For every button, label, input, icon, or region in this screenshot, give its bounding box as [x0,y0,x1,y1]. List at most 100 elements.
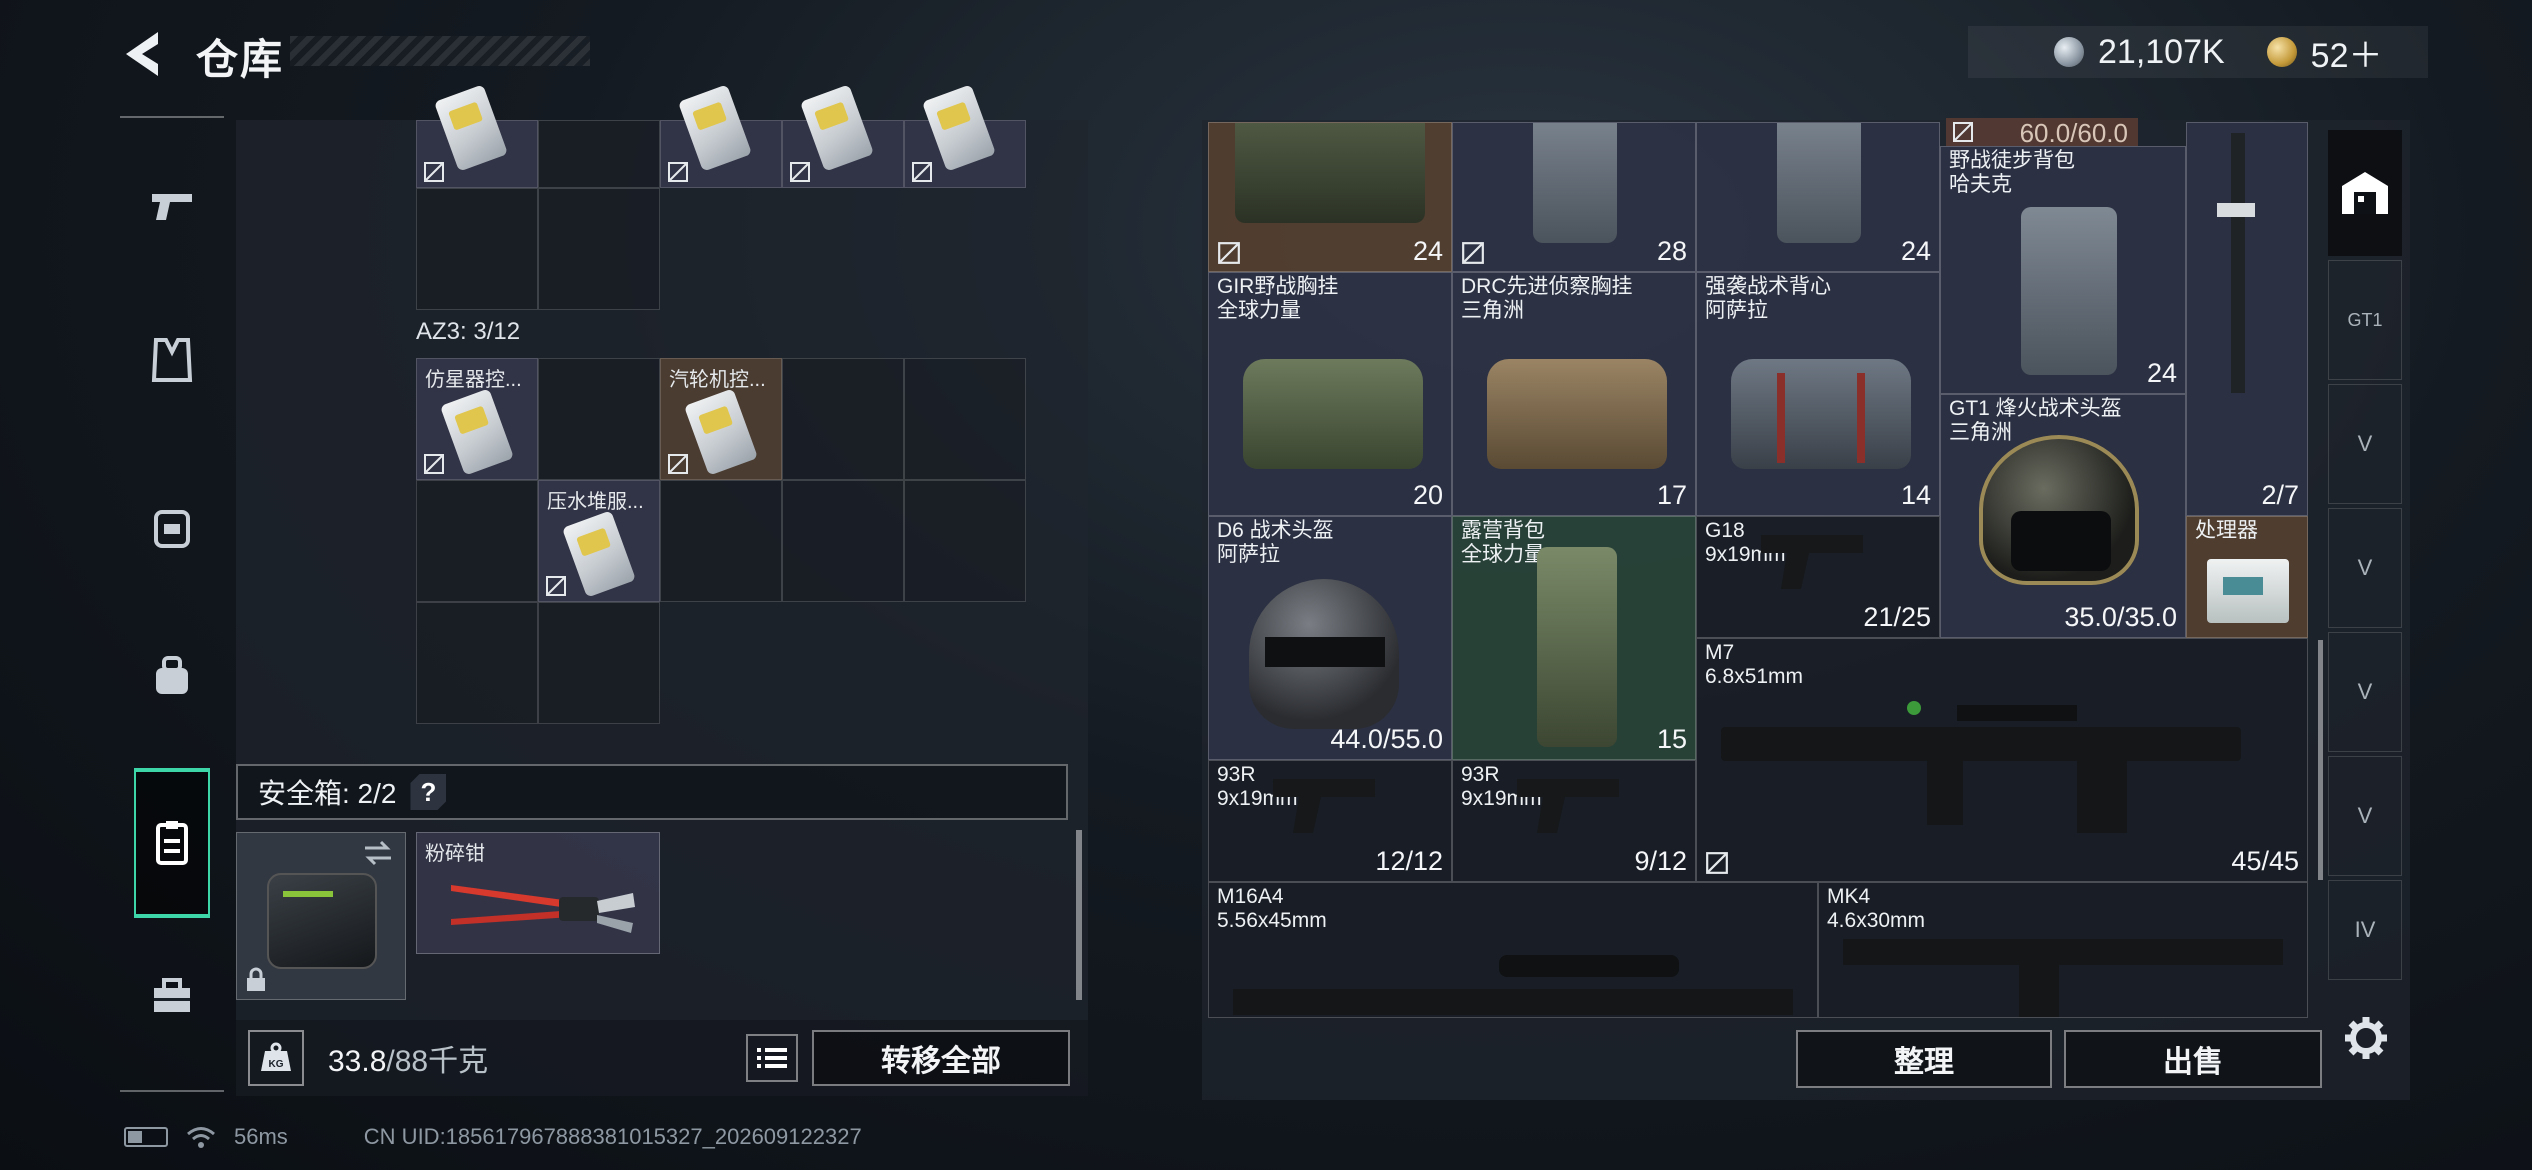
item-title: 强袭战术背心 阿萨拉 [1705,275,1831,322]
m7-item[interactable]: M7 6.8x51mm 45/45 [1696,638,2308,882]
gir-vest-item[interactable]: GIR野战胸挂 全球力量 20 [1208,272,1452,516]
grid-item[interactable] [660,84,782,188]
scrollbar[interactable] [2318,640,2323,880]
tab-v-3[interactable]: V [2328,632,2402,752]
item-count: 14 [1900,480,1931,510]
grid-cell[interactable] [660,480,782,602]
az3-item-1[interactable]: 仿星器控... [416,358,538,480]
d6-helmet-item[interactable]: D6 战术头盔 阿萨拉 44.0/55.0 [1208,516,1452,760]
tab-gt1[interactable]: GT1 [2328,260,2402,380]
gold-coin-icon[interactable] [2266,37,2297,67]
container-grid-top [416,84,1026,310]
item-title: DRC先进侦察胸挂 三角洲 [1461,275,1633,322]
item-label: 粉碎钳 [425,843,485,865]
item-label: 汽轮机控... [669,369,766,391]
vest-icon[interactable] [140,328,204,392]
pistol-icon[interactable] [140,174,204,238]
tab-v-1[interactable]: V [2328,384,2402,504]
grid-cell[interactable] [904,358,1026,480]
chevron-left-icon [126,32,158,76]
warehouse-tab[interactable] [2328,130,2402,256]
grid-cell[interactable] [416,188,538,310]
scrollbar[interactable] [1076,830,1082,1000]
item-label: 仿星器控... [425,369,522,391]
back-button[interactable] [118,26,168,82]
vest-item[interactable]: 24 [1208,122,1452,272]
tab-v-4[interactable]: V [2328,756,2402,876]
grid-cell[interactable] [538,602,660,724]
mk4-item[interactable]: MK4 4.6x30mm [1818,882,2308,1018]
camp-backpack-item[interactable]: 露营背包 全球力量 15 [1452,516,1696,760]
gear-icon [2345,1017,2387,1059]
grid-cell[interactable] [782,480,904,602]
item-title: MK4 4.6x30mm [1827,885,1926,932]
gold-coin-value[interactable]: 52＋ [2311,28,2383,77]
az3-item-2[interactable]: 汽轮机控... [660,358,782,480]
grid-cell[interactable] [538,120,660,188]
grid-item[interactable] [782,84,904,188]
m16a4-item[interactable]: M16A4 5.56x45mm [1208,882,1818,1018]
pistol-image [1517,779,1619,833]
safebox-case[interactable] [236,832,406,1000]
backpack-item[interactable]: 28 [1452,122,1696,272]
bag-icon[interactable] [140,644,204,708]
grid-cell[interactable] [416,602,538,724]
tab-iv[interactable]: IV [2328,880,2402,980]
item-count: 24 [1900,236,1931,266]
item-count: 35.0/35.0 [2064,602,2177,632]
silver-coin-icon [2054,37,2084,67]
item-count: 20 [1412,480,1443,510]
drc-vest-item[interactable]: DRC先进侦察胸挂 三角洲 17 [1452,272,1696,516]
durability-strip: 60.0/60.0 [1946,118,2138,148]
tab-v-2[interactable]: V [2328,508,2402,628]
backpack-icon[interactable] [140,494,204,558]
uid-text: CN UID:18561796788838101532​7_2026091223… [363,1124,862,1149]
safebox-tab[interactable] [134,768,210,918]
item-title: 露营背包 全球力量 [1461,519,1545,566]
assault-vest-item[interactable]: 强袭战术背心 阿萨拉 14 [1696,272,1940,516]
wifi-icon [187,1127,215,1148]
grid-cell[interactable] [904,480,1026,602]
no-sell-icon [424,162,444,182]
transfer-all-button[interactable]: 转移全部 [812,1030,1070,1086]
grid-cell[interactable] [782,358,904,480]
93r-item-a[interactable]: 93R 9x19mm 12/12 [1208,760,1452,882]
currency-bar: 21,107K 52＋ [1968,26,2428,78]
processor-item[interactable]: 处理器 [2186,516,2308,638]
no-sell-icon [668,454,688,474]
item-label: 压水堆服... [547,491,644,513]
az3-item-3[interactable]: 压水堆服... [538,480,660,602]
safebox-item-pliers[interactable]: 粉碎钳 [416,832,660,954]
battery-icon [124,1127,168,1147]
lock-icon [247,967,265,991]
backpack-item[interactable]: 24 [1696,122,1940,272]
no-sell-icon [1953,122,1973,142]
93r-item-b[interactable]: 93R 9x19mm 9/12 [1452,760,1696,882]
sell-button[interactable]: 出售 [2064,1030,2322,1088]
item-count: 44.0/55.0 [1330,724,1443,754]
no-sell-icon [424,454,444,474]
backpack-hafak-item[interactable]: 野战徒步背包 哈夫克 24 [1940,146,2186,394]
grid-cell[interactable] [538,358,660,480]
item-count: 24 [2146,358,2177,388]
grid-item[interactable] [904,84,1026,188]
g18-item[interactable]: G18 9x19mm 21/25 [1696,516,1940,638]
rifle-scope-item[interactable]: 2/7 [2186,122,2308,516]
item-count: 12/12 [1375,846,1443,876]
item-title: 处理器 [2195,519,2258,542]
grid-cell[interactable] [416,480,538,602]
item-count: 45/45 [2231,846,2299,876]
safebox-header: 安全箱: 2/2 ? [236,764,1068,820]
grid-item[interactable] [416,84,538,188]
grid-cell[interactable] [538,188,660,310]
toolbox-icon[interactable] [140,964,204,1028]
gt1-helmet-item[interactable]: GT1 烽火战术头盔 三角洲 35.0/35.0 [1940,394,2186,638]
weight-icon: KG [248,1030,304,1086]
sort-button[interactable]: 整理 [1796,1030,2052,1088]
help-icon[interactable]: ? [410,774,447,810]
settings-button[interactable] [2338,1010,2394,1066]
svg-text:KG: KG [269,1059,284,1070]
list-icon [757,1048,787,1068]
list-view-button[interactable] [746,1034,798,1082]
swap-icon[interactable] [361,839,395,867]
